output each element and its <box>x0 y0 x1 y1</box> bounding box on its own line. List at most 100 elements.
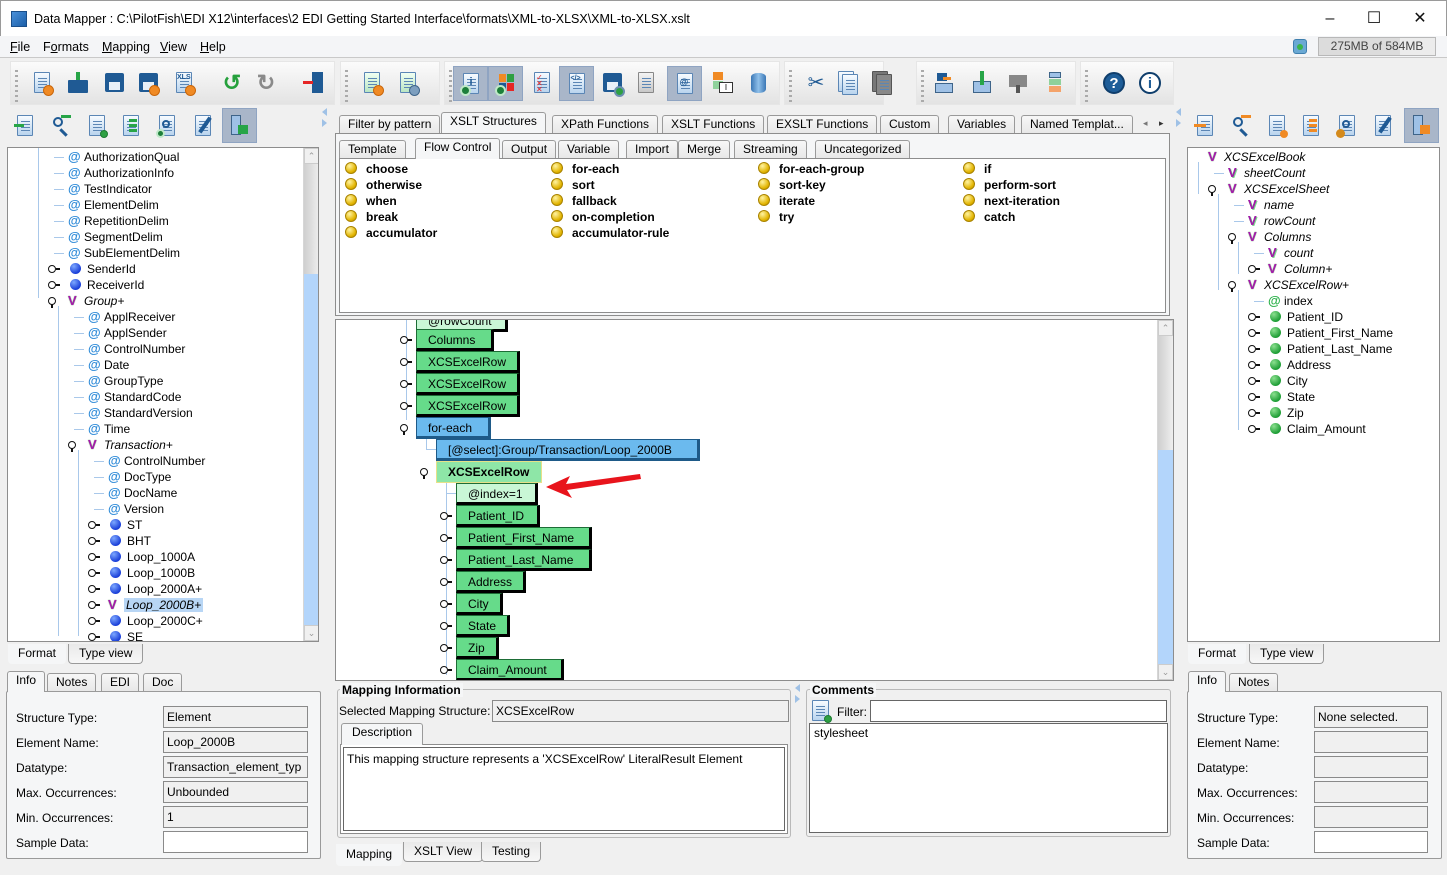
minimize-button[interactable]: – <box>1307 5 1353 33</box>
menu-file[interactable]: File <box>10 40 30 54</box>
export-xls-button[interactable]: XLS <box>169 67 199 99</box>
tree-node[interactable]: ReceiverId <box>68 277 144 293</box>
xslt-structure-item[interactable]: break <box>345 210 398 224</box>
tree-node[interactable]: @ Date <box>88 357 129 373</box>
source-edit-button[interactable] <box>188 110 218 142</box>
undo-button[interactable]: ↺ <box>217 67 247 99</box>
description-tab[interactable]: Description <box>341 723 424 745</box>
target-find-button[interactable] <box>1226 110 1256 142</box>
expand-toggle-icon[interactable] <box>48 264 60 274</box>
tab-mapping[interactable]: Mapping <box>336 844 403 866</box>
info-field[interactable] <box>1314 731 1428 753</box>
xslt-attribute-node[interactable]: [@select]:Group/Transaction/Loop_2000B <box>436 439 700 461</box>
expand-toggle-icon[interactable] <box>48 280 60 290</box>
expand-toggle-icon[interactable] <box>1248 424 1260 434</box>
expand-toggle-icon[interactable] <box>440 599 452 609</box>
help-button[interactable]: ? <box>1099 67 1129 99</box>
xslt-structure-item[interactable]: choose <box>345 162 408 176</box>
info-splitter-arrows[interactable] <box>795 684 801 704</box>
selected-structure-field[interactable]: XCSExcelRow <box>492 700 789 722</box>
toolbar-grip[interactable] <box>449 70 452 104</box>
xslt-structure-item[interactable]: next-iteration <box>963 194 1060 208</box>
palette-subtab[interactable]: Streaming <box>734 140 807 159</box>
tree-node[interactable]: Patient_First_Name <box>1268 325 1393 341</box>
info-field[interactable]: None selected. <box>1314 706 1428 728</box>
save-as-button[interactable] <box>133 67 163 99</box>
info-field[interactable] <box>1314 831 1428 853</box>
tree-node[interactable]: Loop_2000C+ <box>108 613 203 629</box>
expand-toggle-icon[interactable] <box>400 335 412 345</box>
xslt-structure-item[interactable]: accumulator-rule <box>551 226 669 240</box>
collapse-toggle-icon[interactable] <box>1228 232 1240 244</box>
info-field[interactable] <box>1314 781 1428 803</box>
target-edit-button[interactable] <box>1368 110 1398 142</box>
tree-node[interactable]: Patient_ID <box>1268 309 1343 325</box>
tree-node[interactable]: @ DocType <box>108 469 171 485</box>
expand-toggle-icon[interactable] <box>1248 408 1260 418</box>
expand-toggle-icon[interactable] <box>440 621 452 631</box>
tree-node[interactable]: @ Version <box>108 501 164 517</box>
source-find-button[interactable] <box>46 110 76 142</box>
element-node[interactable]: Patient_Last_Name <box>456 549 592 571</box>
collapse-toggle-icon[interactable] <box>420 467 432 479</box>
palette-subtab[interactable]: Output <box>502 140 557 159</box>
tree-node[interactable]: V Columns <box>1248 229 1311 245</box>
collapse-toggle-icon[interactable] <box>68 440 80 452</box>
info-field[interactable] <box>1314 806 1428 828</box>
menu-help[interactable]: Help <box>200 40 226 54</box>
target-structure-button[interactable] <box>1296 110 1326 142</box>
expand-toggle-icon[interactable] <box>440 533 452 543</box>
xslt-structure-item[interactable]: catch <box>963 210 1015 224</box>
target-info-tab-notes[interactable]: Notes <box>1229 673 1279 692</box>
expand-toggle-icon[interactable] <box>400 357 412 367</box>
expand-toggle-icon[interactable] <box>88 632 100 641</box>
target-import-button[interactable] <box>1190 110 1220 142</box>
tab-scroll-right[interactable]: ▸ <box>1159 118 1164 129</box>
tree-node[interactable]: @ ElementDelim <box>68 197 159 213</box>
source-preview-button[interactable] <box>152 110 182 142</box>
comments-filter-input[interactable] <box>870 700 1167 722</box>
toolbar-grip[interactable] <box>15 70 18 104</box>
tree-node[interactable]: V XCSExcelRow+ <box>1248 277 1349 293</box>
expand-toggle-icon[interactable] <box>440 511 452 521</box>
tree-node[interactable]: V XCSExcelSheet <box>1228 181 1329 197</box>
tree-node[interactable]: Loop_1000B <box>108 565 195 581</box>
save-button[interactable] <box>99 67 129 99</box>
new-mapping-button[interactable] <box>357 67 387 99</box>
tree-node[interactable]: VsheetCount <box>1228 165 1305 181</box>
tree-node[interactable]: Patient_Last_Name <box>1268 341 1392 357</box>
element-node[interactable]: XCSExcelRow <box>416 395 521 417</box>
collapse-toggle-icon[interactable] <box>1208 184 1220 196</box>
tree-node[interactable]: @ ApplSender <box>88 325 167 341</box>
tree-node[interactable]: @ RepetitionDelim <box>68 213 169 229</box>
target-notes-button[interactable] <box>1262 110 1292 142</box>
close-button[interactable]: ✕ <box>1397 5 1443 33</box>
xslt-structure-item[interactable]: fallback <box>551 194 617 208</box>
tree-node[interactable]: V XCSExcelBook <box>1208 149 1305 165</box>
expand-toggle-icon[interactable] <box>88 536 100 546</box>
xslt-structure-item[interactable]: for-each <box>551 162 619 176</box>
source-select-mode-button[interactable] <box>222 108 257 143</box>
tree-node[interactable]: State <box>1268 389 1315 405</box>
palette-subtab[interactable]: Import <box>626 140 679 159</box>
expand-toggle-icon[interactable] <box>88 584 100 594</box>
collapse-toggle-icon[interactable] <box>48 296 60 308</box>
tree-node[interactable]: @ DocName <box>108 485 177 501</box>
toolbar-grip[interactable] <box>345 70 348 104</box>
tree-node[interactable]: @ index <box>1268 293 1313 309</box>
source-tab-format[interactable]: Format <box>8 644 67 664</box>
expand-toggle-icon[interactable] <box>88 520 100 530</box>
collapse-toggle-icon[interactable] <box>1228 280 1240 292</box>
exit-button[interactable] <box>299 67 329 99</box>
expand-toggle-icon[interactable] <box>440 643 452 653</box>
expand-toggle-icon[interactable] <box>400 379 412 389</box>
xslt-structure-item[interactable]: for-each-group <box>758 162 864 176</box>
database-button[interactable] <box>743 67 773 99</box>
expand-toggle-icon[interactable] <box>1248 344 1260 354</box>
info-field[interactable]: 1 <box>163 806 308 828</box>
xslt-structure-item[interactable]: sort <box>551 178 595 192</box>
element-node[interactable]: Patient_ID <box>456 505 540 527</box>
xslt-structure-item[interactable]: sort-key <box>758 178 826 192</box>
show-info-button[interactable]: i <box>453 66 488 101</box>
source-import-button[interactable] <box>10 110 40 142</box>
